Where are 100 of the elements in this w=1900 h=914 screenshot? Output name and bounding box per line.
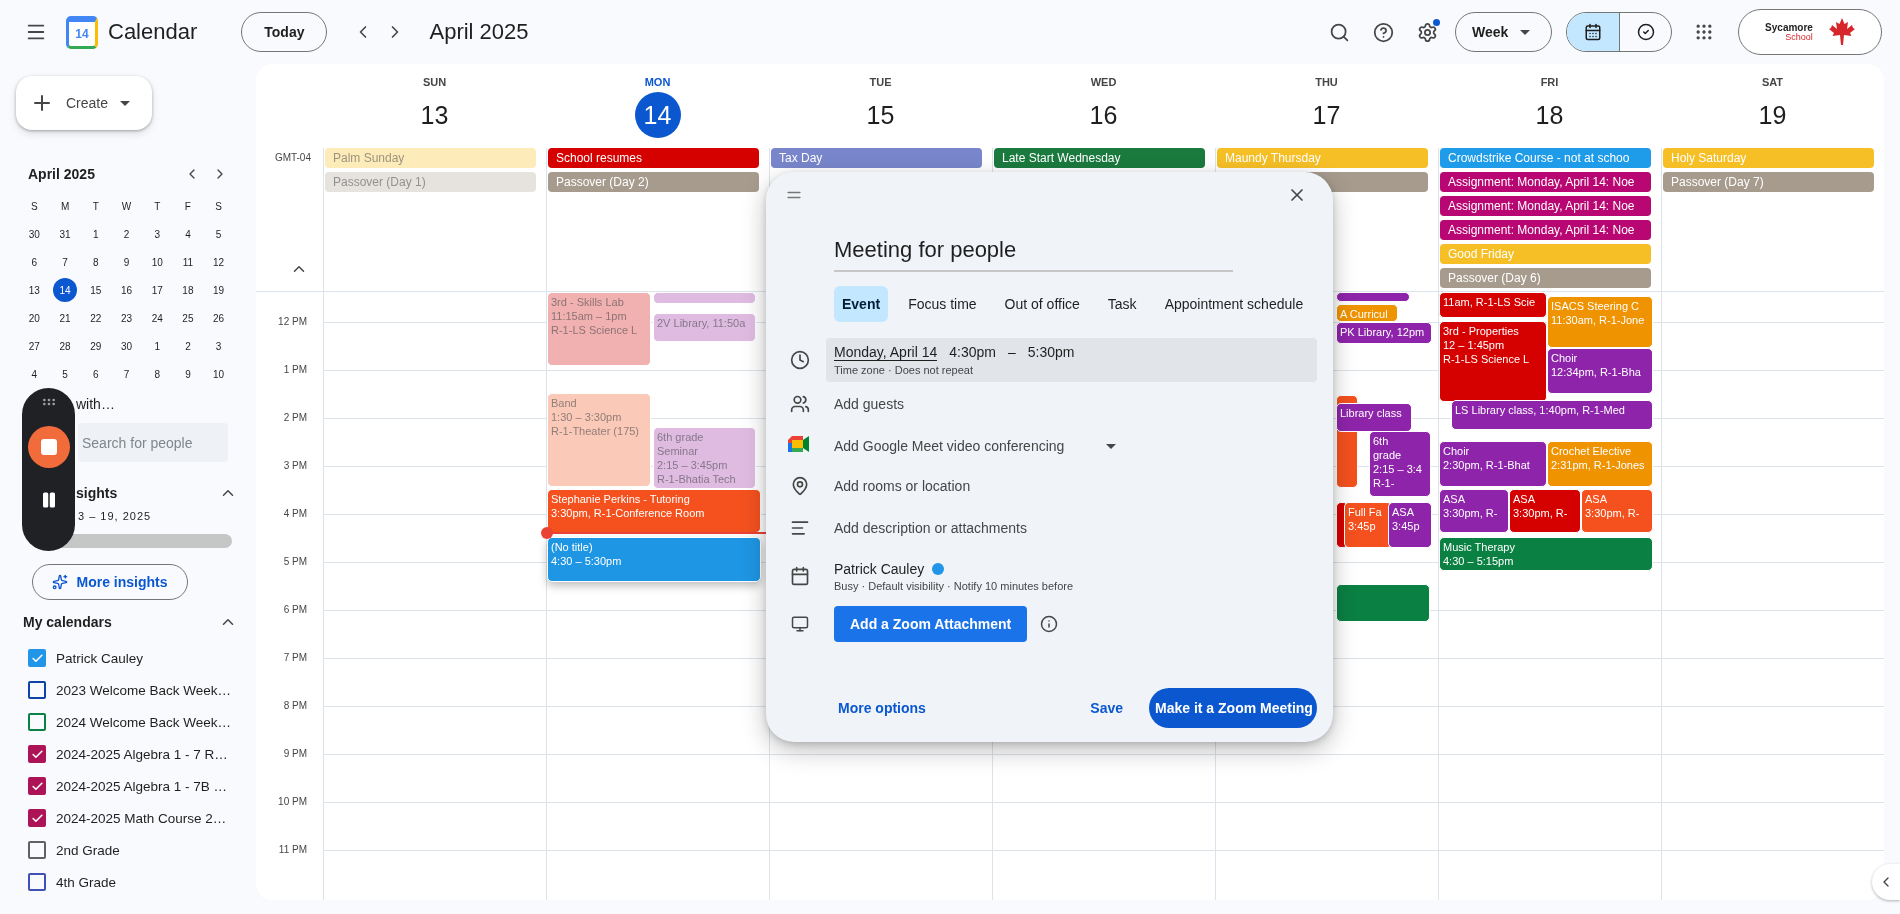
- mini-calendar-day[interactable]: 17: [145, 278, 170, 302]
- mini-calendar-day[interactable]: 11: [175, 250, 200, 274]
- add-video-conferencing-button[interactable]: Add Google Meet video conferencing: [834, 438, 1065, 454]
- all-day-event[interactable]: Assignment: Monday, April 14: Noe: [1440, 220, 1651, 240]
- mini-calendar-day[interactable]: 8: [145, 362, 170, 386]
- event-type-tab[interactable]: Focus time: [900, 286, 985, 322]
- day-number[interactable]: 13: [411, 92, 458, 138]
- save-button[interactable]: Save: [1086, 692, 1127, 724]
- day-number[interactable]: 15: [857, 92, 904, 138]
- all-day-event[interactable]: Tax Day: [771, 148, 982, 168]
- mini-calendar-day[interactable]: 7: [53, 250, 78, 274]
- calendar-checkbox[interactable]: [28, 745, 46, 763]
- mini-calendar-day[interactable]: 13: [22, 278, 47, 302]
- calendar-checkbox[interactable]: [28, 841, 46, 859]
- mini-calendar-day[interactable]: 6: [22, 250, 47, 274]
- mini-calendar-day[interactable]: 30: [114, 334, 139, 358]
- zoom-meeting-button[interactable]: Make it a Zoom Meeting: [1149, 688, 1317, 728]
- mini-calendar-day[interactable]: 28: [53, 334, 78, 358]
- add-guests-button[interactable]: Add guests: [834, 396, 905, 412]
- mini-calendar-day[interactable]: 22: [83, 306, 108, 330]
- calendar-checkbox[interactable]: [28, 649, 46, 667]
- mini-calendar-day[interactable]: 7: [114, 362, 139, 386]
- mini-calendar-day[interactable]: 29: [83, 334, 108, 358]
- calendar-event[interactable]: [1336, 292, 1410, 302]
- title-field[interactable]: Meeting for people: [834, 230, 1233, 272]
- event-type-tab[interactable]: Event: [834, 286, 889, 322]
- add-location-button[interactable]: Add rooms or location: [834, 478, 971, 494]
- mini-calendar-day[interactable]: 2: [175, 334, 200, 358]
- mini-calendar-day[interactable]: 10: [145, 250, 170, 274]
- mini-calendar-day[interactable]: 2: [114, 222, 139, 246]
- all-day-event[interactable]: Assignment: Monday, April 14: Noe: [1440, 196, 1651, 216]
- caret-icon[interactable]: [1106, 443, 1117, 449]
- add-zoom-attachment-button[interactable]: Add a Zoom Attachment: [834, 606, 1028, 642]
- calendar-event[interactable]: [1336, 584, 1430, 622]
- calendar-event[interactable]: Choir 12:34pm, R-1-Bha: [1547, 348, 1653, 394]
- mini-calendar-day[interactable]: 1: [83, 222, 108, 246]
- calendar-event[interactable]: Music Therapy 4:30 – 5:15pm: [1439, 537, 1653, 571]
- date-time-field[interactable]: Monday, April 14 4:30pm – 5:30pm Time zone · Does not repeat: [826, 338, 1317, 382]
- mini-calendar-day[interactable]: 14: [53, 278, 78, 302]
- mini-calendar-day[interactable]: 24: [145, 306, 170, 330]
- all-day-event[interactable]: School resumes: [548, 148, 759, 168]
- calendar-event[interactable]: ASA 3:30pm, R-: [1439, 489, 1509, 533]
- mini-calendar-day[interactable]: 8: [83, 250, 108, 274]
- mini-calendar-day[interactable]: 3: [206, 334, 231, 358]
- mini-calendar-day[interactable]: 21: [53, 306, 78, 330]
- mini-calendar-day[interactable]: 30: [22, 222, 47, 246]
- calendar-view-button[interactable]: [1567, 13, 1619, 51]
- stop-recording-button[interactable]: [27, 426, 70, 468]
- add-description-button[interactable]: Add description or attachments: [834, 520, 1027, 536]
- mini-calendar-day[interactable]: 9: [175, 362, 200, 386]
- mini-calendar-day[interactable]: 18: [175, 278, 200, 302]
- calendar-owner[interactable]: Patrick Cauley: [834, 560, 925, 577]
- all-day-event[interactable]: Late Start Wednesday: [994, 148, 1205, 168]
- calendar-event[interactable]: Library class: [1336, 403, 1412, 432]
- calendar-checkbox[interactable]: [28, 777, 46, 795]
- event-type-tab[interactable]: Task: [1099, 286, 1145, 322]
- mini-calendar-day[interactable]: 6: [83, 362, 108, 386]
- mini-calendar-day[interactable]: 1: [145, 334, 170, 358]
- mini-calendar-day[interactable]: 3: [145, 222, 170, 246]
- search-people-field[interactable]: Search for people: [78, 423, 228, 462]
- mini-calendar-day[interactable]: 25: [175, 306, 200, 330]
- mini-calendar-day[interactable]: 10: [206, 362, 231, 386]
- mini-calendar-day[interactable]: 4: [175, 222, 200, 246]
- mini-calendar-day[interactable]: 26: [206, 306, 231, 330]
- mini-calendar-day[interactable]: 19: [206, 278, 231, 302]
- day-number[interactable]: 18: [1526, 92, 1573, 138]
- calendar-event[interactable]: ASA 3:45p: [1388, 502, 1432, 548]
- mini-calendar-day[interactable]: 20: [22, 306, 47, 330]
- day-number[interactable]: 16: [1080, 92, 1127, 138]
- account-button[interactable]: Sycamore School: [1738, 9, 1882, 55]
- create-button[interactable]: Create: [16, 76, 152, 130]
- day-number[interactable]: 17: [1303, 92, 1350, 138]
- mini-calendar-day[interactable]: 16: [114, 278, 139, 302]
- event-type-tab[interactable]: Appointment schedule: [1156, 286, 1312, 322]
- calendar-event[interactable]: ASA 3:30pm, R-: [1509, 489, 1581, 533]
- calendar-event[interactable]: 3rd - Properties 12 – 1:45pm R-1-LS Science L: [1439, 321, 1547, 402]
- mini-calendar-day[interactable]: 5: [206, 222, 231, 246]
- mini-calendar-day[interactable]: 23: [114, 306, 139, 330]
- calendar-event[interactable]: 6th grade 2:15 – 3:4 R-1-: [1369, 431, 1431, 497]
- calendar-event[interactable]: 11am, R-1-LS Scie: [1439, 292, 1547, 318]
- mini-calendar-day[interactable]: 4: [22, 362, 47, 386]
- day-number[interactable]: 19: [1749, 92, 1796, 138]
- calendar-checkbox[interactable]: [28, 681, 46, 699]
- all-day-event[interactable]: Assignment: Monday, April 14: Noe: [1440, 172, 1651, 192]
- mini-calendar-day[interactable]: 5: [53, 362, 78, 386]
- calendar-event[interactable]: PK Library, 12pm: [1336, 322, 1432, 344]
- calendar-event[interactable]: Choir 2:30pm, R-1-Bhat: [1439, 441, 1547, 487]
- mini-calendar-day[interactable]: 27: [22, 334, 47, 358]
- more-options-button[interactable]: More options: [834, 692, 930, 724]
- mini-calendar-day[interactable]: 15: [83, 278, 108, 302]
- calendar-checkbox[interactable]: [28, 809, 46, 827]
- calendar-checkbox[interactable]: [28, 713, 46, 731]
- event-settings-summary[interactable]: Busy · Default visibility · Notify 10 minutes before: [834, 579, 1074, 592]
- calendar-event[interactable]: LS Library class, 1:40pm, R-1-Med: [1451, 400, 1653, 430]
- mini-calendar-day[interactable]: 12: [206, 250, 231, 274]
- mini-calendar-day[interactable]: 31: [53, 222, 78, 246]
- mini-calendar-day[interactable]: 9: [114, 250, 139, 274]
- day-number[interactable]: 14: [634, 92, 681, 138]
- calendar-checkbox[interactable]: [28, 873, 46, 891]
- event-type-tab[interactable]: Out of office: [996, 286, 1088, 322]
